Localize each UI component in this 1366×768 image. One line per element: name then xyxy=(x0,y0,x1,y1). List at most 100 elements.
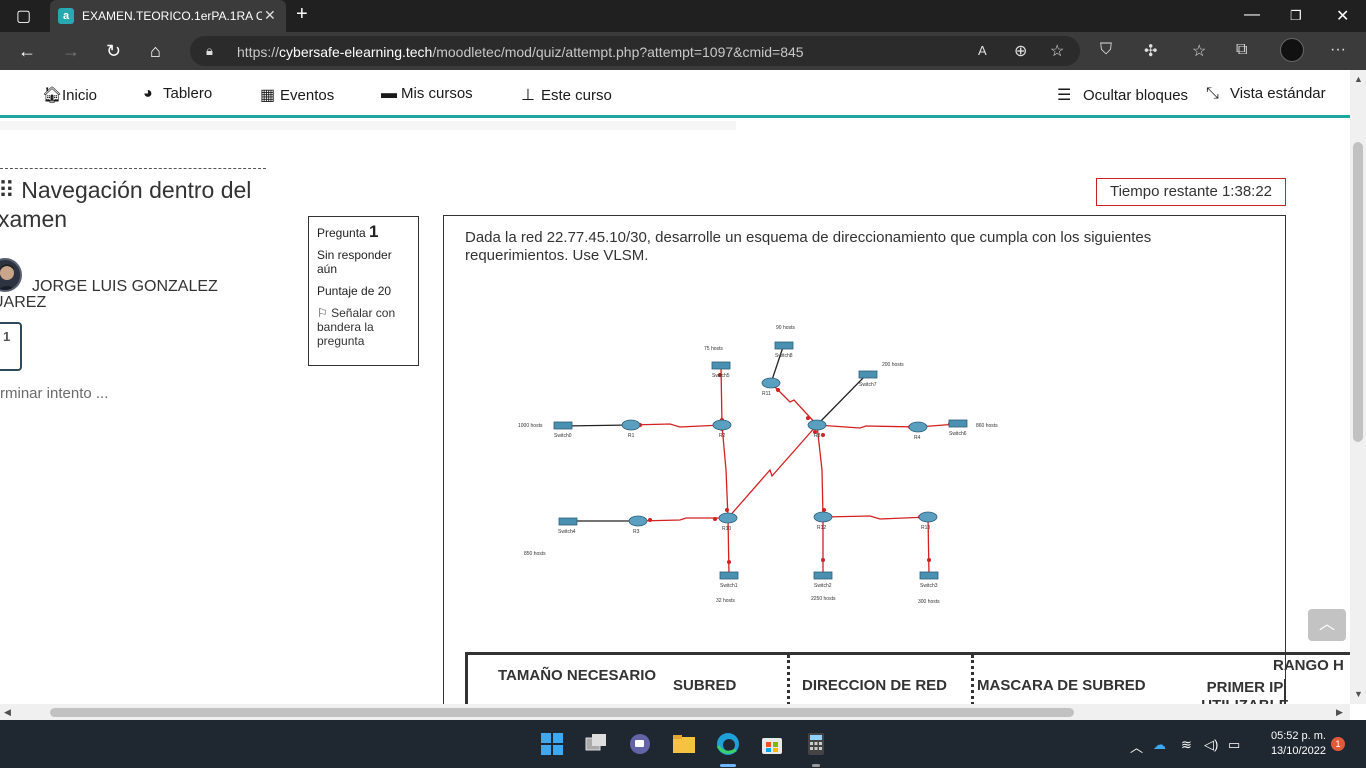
favorite-add-icon[interactable]: ☆ xyxy=(1050,41,1064,61)
label-r3: R3 xyxy=(633,529,640,535)
running-app-indicator xyxy=(812,764,820,767)
network-topology-diagram: 90 hosts 75 hosts 200 hosts 1000 hosts 8… xyxy=(510,320,1010,610)
nav-inicio[interactable]: 🏠︎Inicio xyxy=(42,85,97,105)
file-explorer-icon[interactable] xyxy=(672,732,696,756)
nav-eventos[interactable]: ▦ Eventos xyxy=(260,85,334,105)
back-to-top-button[interactable]: ︿ xyxy=(1308,609,1346,641)
wifi-icon[interactable]: ≋ xyxy=(1181,737,1192,753)
nav-este-curso[interactable]: ⊥ Este curso xyxy=(521,85,612,105)
quiz-navigation-title: ⠿ Navegación dentro del xamen xyxy=(0,177,252,232)
nav-mis-cursos[interactable]: ▬ Mis cursos xyxy=(381,85,473,103)
restore-icon[interactable]: ❐ xyxy=(1290,8,1302,24)
shield-icon[interactable]: ⛉ xyxy=(1100,41,1112,59)
calculator-icon[interactable] xyxy=(804,732,828,756)
switch-sw0 xyxy=(553,421,573,430)
course-navbar: 🏠︎Inicio ◕ Tablero ▦ Eventos ▬ Mis cursos ⊥… xyxy=(0,70,1350,118)
flag-question-button[interactable]: ⚐ Señalar con bandera la pregunta xyxy=(317,306,410,348)
back-icon[interactable]: ← xyxy=(18,41,36,62)
volume-icon[interactable]: ◁) xyxy=(1204,737,1218,753)
nav-tablero[interactable]: ◕ Tablero xyxy=(143,85,212,103)
drag-handle-icon[interactable]: ⠿ xyxy=(0,177,15,203)
label-switch1: Switch1 xyxy=(720,583,738,589)
label-r10: R10 xyxy=(722,526,731,532)
switch-sw4 xyxy=(558,517,578,526)
tab-close-icon[interactable]: ✕ xyxy=(264,7,276,24)
store-icon[interactable] xyxy=(760,732,784,756)
link-r8-r4 xyxy=(816,424,919,429)
minimize-icon[interactable]: — xyxy=(1244,6,1260,24)
site-favicon-icon: a xyxy=(58,8,74,24)
label-r11: R11 xyxy=(762,391,771,397)
vertical-scroll-thumb[interactable] xyxy=(1353,142,1363,442)
home-browser-icon[interactable]: ⌂ xyxy=(150,41,161,62)
vertical-scrollbar[interactable]: ▲ ▼ xyxy=(1350,70,1366,704)
favorites-icon[interactable]: ☆ xyxy=(1192,41,1206,61)
label-switch3: Switch3 xyxy=(920,583,938,589)
scroll-down-icon[interactable]: ▼ xyxy=(1354,689,1363,699)
active-app-indicator xyxy=(720,764,736,767)
battery-icon[interactable]: ▭ xyxy=(1228,737,1240,753)
question-number: Pregunta 1 xyxy=(317,222,379,241)
notification-badge[interactable]: 1 xyxy=(1331,737,1345,751)
label-switch4: Switch4 xyxy=(558,529,576,535)
router-r12 xyxy=(813,511,833,523)
switch-sw8 xyxy=(774,341,794,350)
label-r8: R8 xyxy=(814,433,821,439)
task-view-icon[interactable] xyxy=(584,732,608,756)
scroll-right-icon[interactable]: ▶ xyxy=(1336,707,1343,718)
label-300-hosts: 300 hosts xyxy=(918,599,940,605)
zoom-icon[interactable]: ⊕ xyxy=(1014,41,1027,61)
time-remaining: Tiempo restante 1:38:22 xyxy=(1096,178,1286,206)
label-switch2: Switch2 xyxy=(814,583,832,589)
standard-view-button[interactable]: ⤡ Vista estándar xyxy=(1206,85,1326,103)
clock[interactable]: 05:52 p. m. 13/10/2022 xyxy=(1252,729,1326,759)
label-200-hosts: 200 hosts xyxy=(882,362,904,368)
extensions-icon[interactable]: ✣ xyxy=(1144,41,1157,61)
forward-icon[interactable]: → xyxy=(62,41,80,62)
tab-actions-icon[interactable]: ▢ xyxy=(16,6,31,26)
list-indent-icon: ☰ xyxy=(1057,87,1072,104)
browser-tab[interactable]: a EXAMEN.TEORICO.1erPA.1RA OP ✕ xyxy=(50,0,286,32)
link-sw0-r1 xyxy=(562,424,632,427)
teams-chat-icon[interactable] xyxy=(628,732,652,756)
switch-sw6 xyxy=(948,419,968,428)
label-90-hosts: 90 hosts xyxy=(776,325,795,331)
briefcase-icon: ▬ xyxy=(381,85,397,102)
label-75-hosts: 75 hosts xyxy=(704,346,723,352)
more-menu-icon[interactable]: ··· xyxy=(1330,41,1346,59)
student-name[interactable]: JORGE LUIS GONZALEZUAREZ xyxy=(0,279,260,311)
label-switch6: Switch6 xyxy=(949,431,967,437)
hide-blocks-button[interactable]: ☰ Ocultar bloques xyxy=(1057,85,1188,105)
flag-icon: ⚐ xyxy=(317,306,328,320)
label-switch5: Switch5 xyxy=(712,373,730,379)
browser-title-bar: ▢ a EXAMEN.TEORICO.1erPA.1RA OP ✕ + — ❐ … xyxy=(0,0,1366,32)
topology-svg: 90 hosts 75 hosts 200 hosts 1000 hosts 8… xyxy=(518,325,998,605)
col-header-host-range: RANGO H xyxy=(1273,657,1344,674)
scroll-left-icon[interactable]: ◀ xyxy=(4,707,11,718)
label-r13: R13 xyxy=(921,525,930,531)
refresh-icon[interactable]: ↻ xyxy=(106,41,121,62)
collections-icon[interactable]: ⧉ xyxy=(1236,41,1247,59)
col-header-network-address: DIRECCION DE RED xyxy=(802,677,948,694)
scroll-up-icon[interactable]: ▲ xyxy=(1354,74,1363,84)
router-r2 xyxy=(712,419,732,431)
horizontal-scrollbar[interactable]: ◀ ▶ xyxy=(0,704,1350,720)
question-text: Dada la red 22.77.45.10/30, desarrolle u… xyxy=(465,229,1152,264)
windows-start-icon[interactable] xyxy=(540,732,564,756)
new-tab-icon[interactable]: + xyxy=(296,3,308,26)
finish-attempt-link[interactable]: rminar intento ... xyxy=(0,385,108,402)
edge-browser-icon[interactable] xyxy=(716,732,740,756)
profile-avatar[interactable] xyxy=(1280,38,1304,62)
onedrive-icon[interactable]: ☁ xyxy=(1153,737,1166,753)
label-r4: R4 xyxy=(914,435,921,441)
link-r1-r2 xyxy=(630,423,723,428)
read-aloud-icon[interactable]: A xyxy=(978,43,987,58)
question-nav-button-1[interactable]: 1 xyxy=(0,322,22,371)
horizontal-scroll-thumb[interactable] xyxy=(50,708,1074,717)
close-window-icon[interactable]: ✕ xyxy=(1336,6,1349,26)
question-status: Sin responder aún xyxy=(317,248,392,276)
show-hidden-icons-icon[interactable]: ︿ xyxy=(1130,737,1143,756)
clock-date: 13/10/2022 xyxy=(1270,745,1326,757)
switch-sw2 xyxy=(813,571,833,580)
url-input[interactable]: 🔒︎ https://cybersafe-elearning.tech/mood… xyxy=(190,36,1080,66)
